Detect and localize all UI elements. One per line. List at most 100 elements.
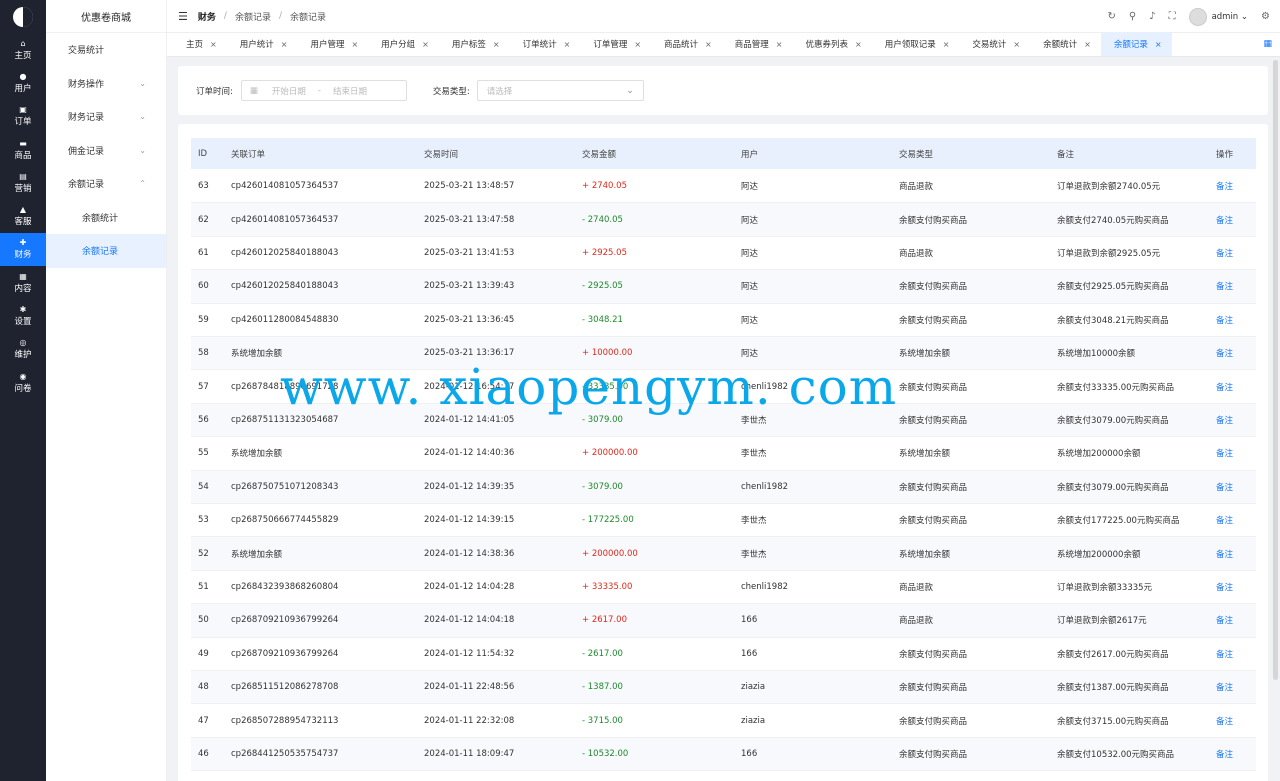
note-action-link[interactable]: 备注 (1216, 648, 1233, 660)
table-row: 58 系统增加余额 2025-03-21 13:36:17 + 10000.00 阿达 系… (191, 337, 1256, 371)
breadcrumb-item[interactable]: 财务 (198, 10, 216, 23)
note-action-link[interactable]: 备注 (1216, 581, 1233, 593)
row-user: 阿达 (741, 282, 759, 293)
close-icon[interactable]: × (351, 40, 358, 49)
table-row: 57 cp268784818896691728 2024-01-12 16:54:1… (191, 370, 1256, 404)
col-header-type: 交易类型 (899, 149, 934, 160)
chevron-icon: ⌄ (139, 78, 146, 88)
tab[interactable]: 用户领取记录 × (872, 32, 960, 56)
refresh-icon[interactable]: ↻ (1107, 11, 1115, 22)
rail-item-label: 用户 (14, 83, 32, 94)
close-icon[interactable]: × (1013, 40, 1020, 49)
close-icon[interactable]: × (705, 40, 712, 49)
note-action-link[interactable]: 备注 (1216, 548, 1233, 560)
note-action-link[interactable]: 备注 (1216, 381, 1233, 393)
col-header-user: 用户 (741, 149, 759, 160)
top-header: ☰ 财务 / 余额记录 / 余额记录 ↻ ⚲ ♪ ⛶ admin ⌄ ⚙ (167, 0, 1280, 33)
date-range-picker[interactable]: ▦ 开始日期 - 结束日期 (240, 80, 407, 101)
avatar[interactable] (1188, 7, 1207, 26)
rail-item[interactable]: ◉ 问卷 (0, 366, 46, 399)
row-user: 李世杰 (741, 516, 767, 527)
survey-icon: ◉ (19, 371, 27, 381)
close-icon[interactable]: × (493, 40, 500, 49)
note-action-link[interactable]: 备注 (1216, 481, 1233, 493)
note-action-link[interactable]: 备注 (1216, 180, 1233, 192)
tab[interactable]: 商品管理 × (722, 32, 793, 56)
row-id: 54 (198, 481, 209, 492)
tab[interactable]: 主页 × (173, 32, 227, 56)
note-action-link[interactable]: 备注 (1216, 748, 1233, 760)
tab[interactable]: 用户统计 × (227, 32, 298, 56)
fullscreen-icon[interactable]: ⛶ (1169, 11, 1176, 22)
breadcrumb-separator: / (278, 11, 282, 21)
note-action-link[interactable]: 备注 (1216, 280, 1233, 292)
rail-item[interactable]: ⌂ 主页 (0, 33, 46, 66)
row-id: 52 (198, 548, 209, 559)
rail-item[interactable]: ◎ 维护 (0, 333, 46, 366)
tab[interactable]: 优惠券列表 × (792, 32, 871, 56)
tab[interactable]: 用户分组 × (368, 32, 439, 56)
tab[interactable]: 交易统计 × (959, 32, 1030, 56)
note-action-link[interactable]: 备注 (1216, 514, 1233, 526)
tab[interactable]: 用户标签 × (439, 32, 510, 56)
tab-label: 交易统计 (972, 40, 1007, 50)
tab[interactable]: 订单统计 × (510, 32, 581, 56)
rail-item-label: 设置 (14, 317, 32, 328)
rail-item[interactable]: ▬ 商品 (0, 133, 46, 166)
note-action-link[interactable]: 备注 (1216, 247, 1233, 259)
note-action-link[interactable]: 备注 (1216, 614, 1233, 626)
close-icon[interactable]: × (943, 40, 950, 49)
note-action-link[interactable]: 备注 (1216, 447, 1233, 459)
submenu-item[interactable]: 佣金记录 ⌄ (46, 134, 166, 168)
brand-title: 优惠卷商城 (46, 0, 166, 33)
close-icon[interactable]: × (1084, 40, 1091, 49)
close-icon[interactable]: × (776, 40, 783, 49)
grid-icon[interactable]: ▦ (1263, 39, 1272, 49)
note-action-link[interactable]: 备注 (1216, 314, 1233, 326)
settings-icon[interactable]: ⚙ (1261, 11, 1270, 22)
tab[interactable]: 余额记录 × (1100, 32, 1172, 56)
row-id: 55 (198, 448, 209, 459)
note-action-link[interactable]: 备注 (1216, 414, 1233, 426)
rail-item[interactable]: ▦ 内容 (0, 266, 46, 299)
submenu-item[interactable]: 交易统计 (46, 33, 166, 67)
row-type: 商品退款 (899, 248, 934, 259)
note-action-link[interactable]: 备注 (1216, 214, 1233, 226)
submenu-item[interactable]: 余额记录 (46, 234, 166, 268)
menu-toggle-icon[interactable]: ☰ (178, 10, 188, 23)
close-icon[interactable]: × (422, 40, 429, 49)
bell-icon[interactable]: ♪ (1149, 11, 1155, 22)
trade-type-select[interactable]: 请选择 ⌄ (476, 80, 644, 101)
tab[interactable]: 余额统计 × (1030, 32, 1101, 56)
close-icon[interactable]: × (210, 40, 217, 49)
rail-item[interactable]: ▣ 订单 (0, 100, 46, 133)
submenu-item[interactable]: 余额记录 ⌃ (46, 167, 166, 201)
row-amount: - 33335.00 (582, 381, 629, 392)
page-scrollbar[interactable] (1273, 60, 1278, 680)
rail-item[interactable]: ▤ 营销 (0, 166, 46, 199)
breadcrumb-item[interactable]: 余额记录 (235, 10, 271, 23)
note-action-link[interactable]: 备注 (1216, 347, 1233, 359)
rail-item[interactable]: ▲ 客服 (0, 199, 46, 232)
rail-item[interactable]: ✚ 财务 (0, 232, 46, 267)
close-icon[interactable]: × (1155, 40, 1162, 49)
close-icon[interactable]: × (634, 40, 641, 49)
username[interactable]: admin ⌄ (1212, 12, 1248, 22)
tab[interactable]: 商品统计 × (651, 32, 722, 56)
note-action-link[interactable]: 备注 (1216, 681, 1233, 693)
row-time: 2024-01-12 14:04:28 (424, 581, 515, 592)
close-icon[interactable]: × (281, 40, 288, 49)
submenu-item[interactable]: 财务记录 ⌄ (46, 100, 166, 134)
tab[interactable]: 订单管理 × (580, 32, 651, 56)
close-icon[interactable]: × (855, 40, 862, 49)
submenu-item[interactable]: 余额统计 (46, 201, 166, 235)
close-icon[interactable]: × (564, 40, 571, 49)
rail-item[interactable]: ● 用户 (0, 66, 46, 99)
tab[interactable]: 用户管理 × (297, 32, 368, 56)
note-action-link[interactable]: 备注 (1216, 715, 1233, 727)
submenu-item[interactable]: 财务操作 ⌄ (46, 67, 166, 101)
search-icon[interactable]: ⚲ (1129, 11, 1136, 22)
col-header-time: 交易时间 (424, 149, 459, 160)
rail-item[interactable]: ✱ 设置 (0, 299, 46, 332)
row-time: 2025-03-21 13:41:53 (424, 247, 515, 258)
